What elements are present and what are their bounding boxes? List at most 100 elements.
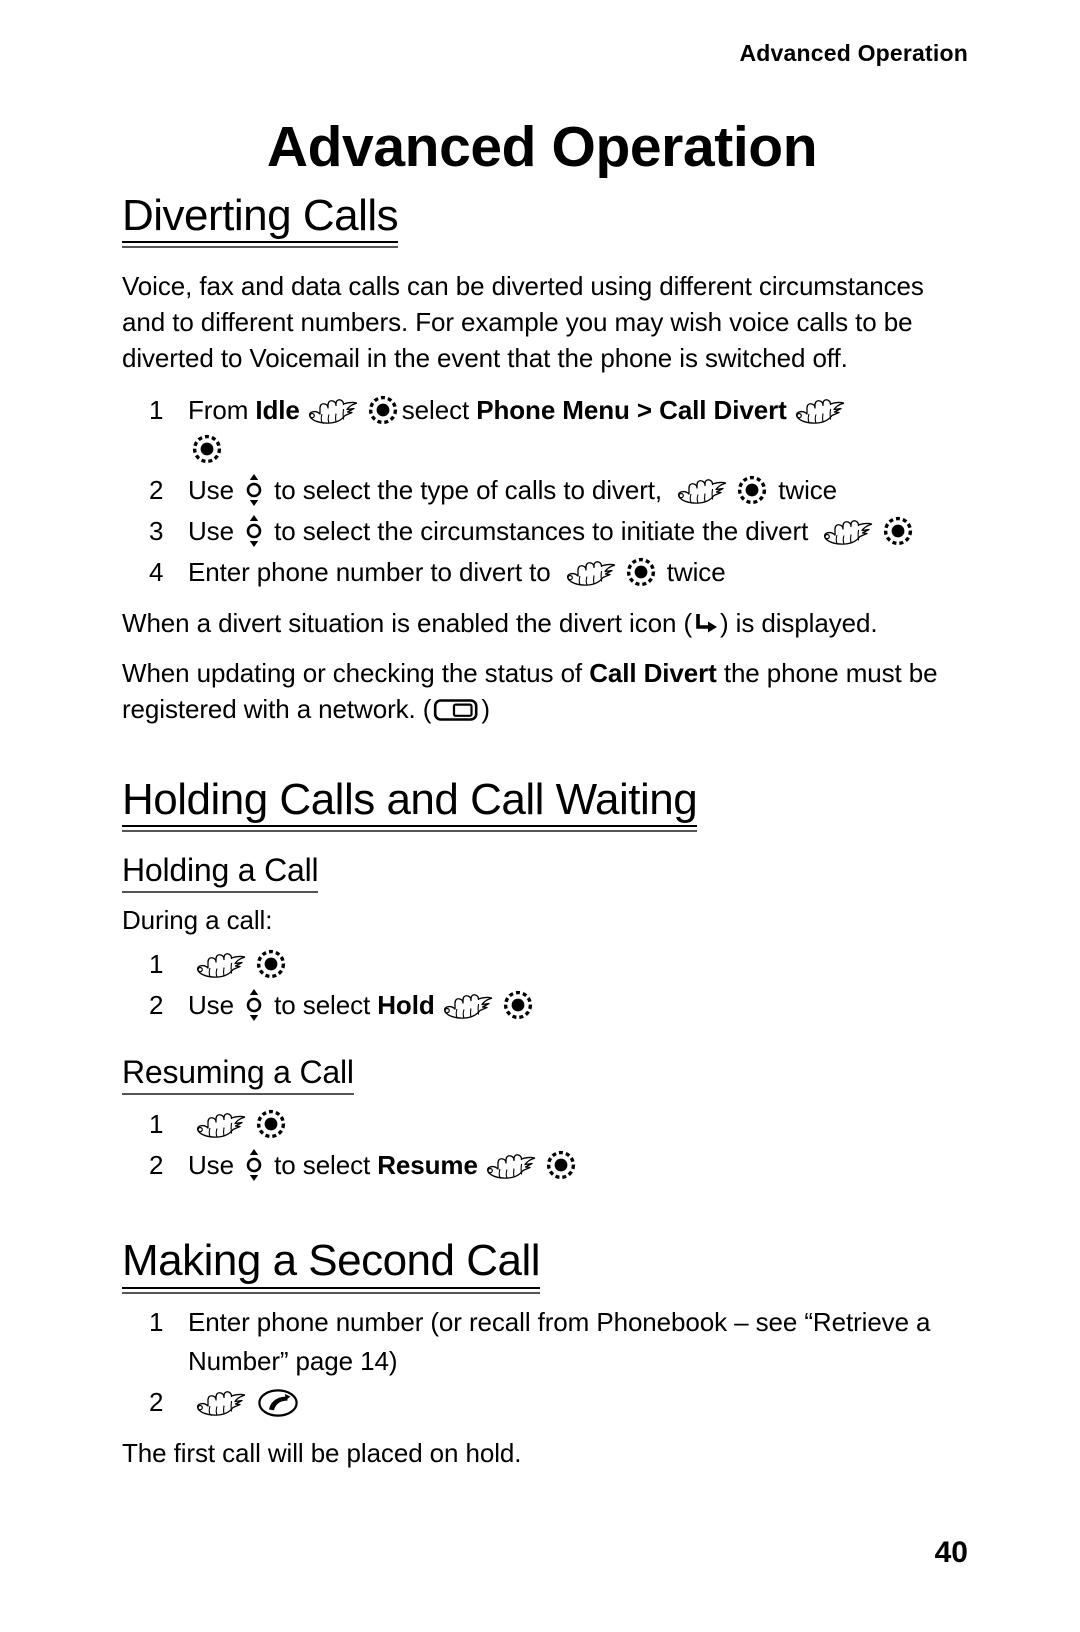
pointing-hand-icon [674, 476, 728, 506]
step-number: 4 [149, 556, 164, 587]
select-key-icon [368, 395, 398, 425]
step-emphasis-hold: Hold [377, 990, 435, 1021]
section-second-call-heading-wrap: Making a Second Call [122, 1237, 962, 1294]
step-text-part: to select the type of calls to divert, [267, 474, 670, 505]
step-text-part: to select [267, 1150, 378, 1181]
step-item: 2 Use to select Resume [122, 1146, 962, 1185]
note-text-part: When a divert situation is enabled the d… [122, 607, 692, 638]
pointing-hand-icon [193, 950, 247, 980]
pointing-hand-icon [563, 558, 617, 588]
step-text: Enter phone number (or recall from Phone… [188, 1306, 931, 1376]
second-call-closing-note: The first call will be placed on hold. [122, 1437, 522, 1468]
note-text-part: ) [481, 693, 490, 724]
step-number: 2 [149, 1150, 164, 1181]
step-text-part: Use [188, 1150, 242, 1181]
step-text-part: Use [188, 990, 242, 1021]
chapter-title: Advanced Operation [266, 115, 818, 179]
step-text: Use to select Hold [188, 986, 962, 1025]
step-text-part: twice [771, 474, 838, 505]
pointing-hand-icon [792, 396, 846, 426]
section-diverting-calls-heading-wrap: Diverting Calls [122, 192, 962, 248]
step-number: 1 [149, 1306, 164, 1337]
select-key-icon [883, 516, 913, 546]
divert-icon-note: When a divert situation is enabled the d… [122, 606, 962, 642]
section-holding-calls-heading-wrap: Holding Calls and Call Waiting [122, 776, 962, 832]
section-heading-making-a-second-call: Making a Second Call [122, 1237, 541, 1294]
select-key-icon [626, 557, 656, 587]
step-number: 1 [149, 949, 164, 980]
step-number: 2 [149, 1386, 164, 1417]
select-key-icon [256, 1109, 286, 1139]
step-item: 1 From Idle select Phone Menu > Call Dive… [122, 391, 962, 469]
pointing-hand-icon [440, 991, 494, 1021]
pointing-hand-icon [820, 517, 874, 547]
select-key-icon [737, 475, 767, 505]
subsection-resuming-a-call-heading-wrap: Resuming a Call [122, 1055, 962, 1096]
select-key-icon [192, 434, 222, 464]
pointing-hand-icon [193, 1110, 247, 1140]
step-text: From Idle select Phone Menu > Call Divert [188, 391, 962, 469]
step-number: 2 [149, 990, 164, 1021]
running-header: Advanced Operation [739, 40, 968, 66]
scroll-key-icon [244, 513, 264, 548]
subsection-holding-a-call-heading-wrap: Holding a Call [122, 852, 962, 894]
network-registration-note: When updating or checking the status of … [122, 656, 962, 728]
resuming-a-call-step-list: 1 2 Use to select Resume [122, 1105, 962, 1185]
step-text-part: Use [188, 515, 242, 546]
select-key-icon [546, 1150, 576, 1180]
step-item: 3 Use to select the circumstances to ini… [122, 512, 962, 551]
step-text-part: From [188, 394, 256, 425]
step-number: 1 [149, 1109, 164, 1140]
scroll-key-icon [244, 988, 264, 1023]
scroll-key-icon [244, 1148, 264, 1183]
step-number: 2 [149, 474, 164, 505]
step-text-part: Enter phone number to divert to [188, 556, 558, 587]
second-call-step-list: 1 Enter phone number (or recall from Pho… [122, 1303, 962, 1422]
step-item: 4 Enter phone number to divert to twice [122, 553, 962, 592]
step-separator: > [629, 394, 660, 425]
note-text-part: When updating or checking the status of [122, 657, 590, 688]
divert-icon [693, 612, 719, 636]
step-number: 1 [149, 394, 164, 425]
diverting-calls-step-list: 1 From Idle select Phone Menu > Call Dive… [122, 391, 962, 592]
note-text-part: ) is displayed. [720, 607, 878, 638]
send-key-icon [257, 1388, 299, 1418]
step-text: Use to select Resume [188, 1146, 962, 1185]
section-heading-holding-calls: Holding Calls and Call Waiting [122, 776, 698, 832]
page-number: 40 [934, 1536, 968, 1569]
network-registered-icon [433, 697, 479, 723]
section-heading-diverting-calls: Diverting Calls [122, 192, 399, 248]
scroll-key-icon [244, 472, 264, 507]
step-item: 1 [122, 945, 962, 984]
pointing-hand-icon [193, 1388, 247, 1418]
diverting-calls-intro: Voice, fax and data calls can be diverte… [122, 271, 924, 374]
step-text [188, 945, 962, 984]
note-emphasis-call-divert: Call Divert [589, 657, 717, 688]
subsection-heading-resuming-a-call: Resuming a Call [122, 1055, 354, 1096]
step-text-part: Use [188, 474, 242, 505]
step-text [188, 1383, 962, 1422]
step-number: 3 [149, 515, 164, 546]
step-item: 2 [122, 1383, 962, 1422]
step-emphasis-phone-menu: Phone Menu [476, 394, 630, 425]
document-page: Advanced Operation Advanced Operation Di… [0, 0, 1080, 1632]
step-emphasis-idle: Idle [255, 394, 300, 425]
pointing-hand-icon [483, 1151, 537, 1181]
step-item: 2 Use to select Hold [122, 986, 962, 1025]
page-content: Advanced Operation Diverting Calls Voice… [122, 115, 962, 1486]
select-key-icon [503, 990, 533, 1020]
step-item: 2 Use to select the type of calls to div… [122, 471, 962, 510]
step-item: 1 Enter phone number (or recall from Pho… [122, 1303, 962, 1381]
step-text-part: select [401, 394, 477, 425]
step-text: Use to select the type of calls to diver… [188, 471, 962, 510]
step-text: Use to select the circumstances to initi… [188, 512, 962, 551]
holding-a-call-step-list: 1 2 Use to select Hold [122, 945, 962, 1025]
step-text: Enter phone number to divert to twice [188, 553, 962, 592]
subsection-heading-holding-a-call: Holding a Call [122, 852, 319, 894]
pointing-hand-icon [305, 396, 359, 426]
step-emphasis-call-divert: Call Divert [659, 394, 787, 425]
step-text [188, 1105, 962, 1144]
step-emphasis-resume: Resume [377, 1150, 478, 1181]
step-text-part: to select the circumstances to initiate … [267, 515, 816, 546]
holding-a-call-intro: During a call: [122, 905, 273, 936]
